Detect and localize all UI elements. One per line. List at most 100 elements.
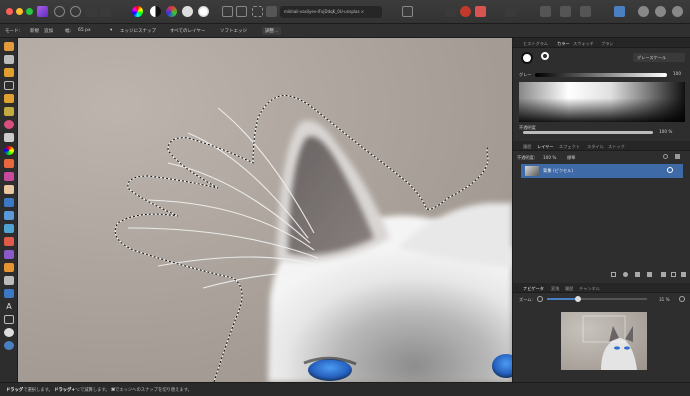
pen-tool-icon[interactable] xyxy=(4,276,14,285)
align-icon[interactable] xyxy=(445,6,456,17)
close-window-icon[interactable] xyxy=(6,8,13,15)
navigator-preview[interactable] xyxy=(561,312,647,370)
erase-tool-icon[interactable] xyxy=(4,185,14,194)
transform-icon[interactable] xyxy=(505,6,516,17)
tab-styles[interactable]: スタイル xyxy=(587,144,604,150)
color-balance-icon[interactable] xyxy=(166,6,177,17)
all-layers-checkbox[interactable]: すべてのレイヤー xyxy=(170,28,205,34)
snap-to-edges-checkbox[interactable]: エッジにスナップ xyxy=(120,28,156,34)
width-field[interactable]: 65 px xyxy=(78,28,91,33)
tab-transform[interactable]: 変換 xyxy=(551,286,559,292)
tab-effects[interactable]: エフェクト xyxy=(559,144,580,150)
text-tool-icon[interactable]: A xyxy=(4,302,14,311)
assistant-icon[interactable] xyxy=(460,6,471,17)
boolean-3-icon[interactable] xyxy=(672,6,683,17)
smudge-tool-icon[interactable] xyxy=(4,263,14,272)
boolean-2-icon[interactable] xyxy=(655,6,666,17)
view-toggle-icon[interactable] xyxy=(614,6,625,17)
tab-history[interactable]: 履歴 xyxy=(523,144,531,150)
blur-tool-icon[interactable] xyxy=(4,250,14,259)
opacity-slider[interactable] xyxy=(523,131,653,134)
soft-edges-checkbox[interactable]: ソフトエッジ xyxy=(220,28,247,34)
chevron-down-icon[interactable]: ▾ xyxy=(110,28,112,33)
white-balance-icon[interactable] xyxy=(182,6,193,17)
trash-icon[interactable] xyxy=(681,272,686,277)
fill-color-well[interactable] xyxy=(521,52,533,64)
clone-tool-icon[interactable] xyxy=(4,224,14,233)
artboard-tool-icon[interactable] xyxy=(4,315,14,324)
mode-add-button[interactable]: 追加 xyxy=(44,28,53,34)
live-filter-icon[interactable] xyxy=(635,272,640,277)
freehand-select-tool-icon[interactable] xyxy=(4,133,14,142)
pixel-tool-icon[interactable] xyxy=(4,159,14,168)
gray-spectrum[interactable] xyxy=(519,82,685,122)
export-persona-icon[interactable] xyxy=(100,6,111,17)
layer-row[interactable]: 背景 (ピクセル) xyxy=(521,164,683,178)
gray-slider[interactable] xyxy=(535,73,667,77)
mode-new-button[interactable]: 新規 xyxy=(30,28,39,34)
document-canvas[interactable] xyxy=(18,38,512,382)
paint-mixer-tool-icon[interactable] xyxy=(4,172,14,181)
tab-channels[interactable]: チャンネル xyxy=(579,286,600,292)
view-mode-icon[interactable] xyxy=(402,6,413,17)
liquify-persona-icon[interactable] xyxy=(54,6,65,17)
rotate-icon[interactable] xyxy=(580,6,591,17)
zoom-in-icon[interactable] xyxy=(679,296,685,302)
select-rect-icon[interactable] xyxy=(222,6,233,17)
gear-icon[interactable] xyxy=(663,154,668,159)
refine-button[interactable]: 調整... xyxy=(262,27,282,35)
shape-tool-icon[interactable] xyxy=(4,289,14,298)
brush-layer-icon[interactable] xyxy=(647,272,652,277)
snapping-icon[interactable] xyxy=(475,6,486,17)
foreground-color-icon[interactable] xyxy=(4,341,14,350)
tab-color[interactable]: カラー xyxy=(557,41,570,47)
tab-layers[interactable]: レイヤー xyxy=(537,144,554,150)
add-layer-icon[interactable] xyxy=(671,272,676,277)
levels-icon[interactable] xyxy=(150,6,161,17)
tab-brushes[interactable]: ブラシ xyxy=(601,41,613,47)
folder-icon[interactable] xyxy=(661,272,666,277)
color-picker-tool-icon[interactable] xyxy=(4,68,14,77)
color-wheel-icon[interactable] xyxy=(132,6,143,17)
tone-map-persona-icon[interactable] xyxy=(86,6,97,17)
view-tool-icon[interactable] xyxy=(4,42,14,51)
dodge-tool-icon[interactable] xyxy=(4,211,14,220)
zoom-slider-knob[interactable] xyxy=(575,296,581,302)
mask-layer-icon[interactable] xyxy=(611,272,616,277)
selection-brush-tool-icon[interactable] xyxy=(4,94,14,103)
mask-icon[interactable] xyxy=(266,6,277,17)
color-model-select[interactable]: グレースケール xyxy=(633,53,685,62)
marquee-tool-icon[interactable] xyxy=(4,120,14,129)
crop-tool-icon[interactable] xyxy=(4,81,14,90)
photo-canvas[interactable] xyxy=(18,38,512,382)
minimize-window-icon[interactable] xyxy=(16,8,23,15)
blend-mode-select[interactable]: 標準 xyxy=(567,155,575,161)
distribute-icon[interactable] xyxy=(560,6,571,17)
auto-adjust-icon[interactable] xyxy=(198,6,209,17)
zoom-window-icon[interactable] xyxy=(26,8,33,15)
document-tab[interactable]: mikhail-vasilyev-IFxjDdqK_0U-unsplas × xyxy=(280,6,382,18)
tab-histogram[interactable]: ヒストグラム xyxy=(523,41,548,47)
visibility-icon[interactable] xyxy=(667,167,673,173)
tab-swatches[interactable]: スウォッチ xyxy=(573,41,594,47)
blemish-tool-icon[interactable] xyxy=(4,237,14,246)
zoom-slider[interactable] xyxy=(547,296,647,302)
select-mode-icon[interactable] xyxy=(236,6,247,17)
develop-persona-icon[interactable] xyxy=(70,6,81,17)
fill-tool-icon[interactable] xyxy=(4,198,14,207)
mesh-warp-tool-icon[interactable] xyxy=(4,328,14,337)
flood-select-tool-icon[interactable] xyxy=(4,107,14,116)
tab-history-2[interactable]: 履歴 xyxy=(565,286,573,292)
zoom-out-icon[interactable] xyxy=(537,296,543,302)
adjustment-icon[interactable] xyxy=(623,272,628,277)
tab-stock[interactable]: ストック xyxy=(608,144,625,150)
boolean-icon[interactable] xyxy=(638,6,649,17)
arrange-icon[interactable] xyxy=(540,6,551,17)
app-logo-icon[interactable] xyxy=(37,6,48,17)
stroke-color-well[interactable] xyxy=(541,52,549,60)
quick-mask-icon[interactable] xyxy=(252,6,263,17)
tab-navigator[interactable]: ナビゲータ xyxy=(523,286,544,292)
lock-icon[interactable] xyxy=(675,154,680,159)
paint-brush-tool-icon[interactable] xyxy=(4,146,14,155)
layer-opacity-value[interactable]: 100 % xyxy=(543,155,556,160)
